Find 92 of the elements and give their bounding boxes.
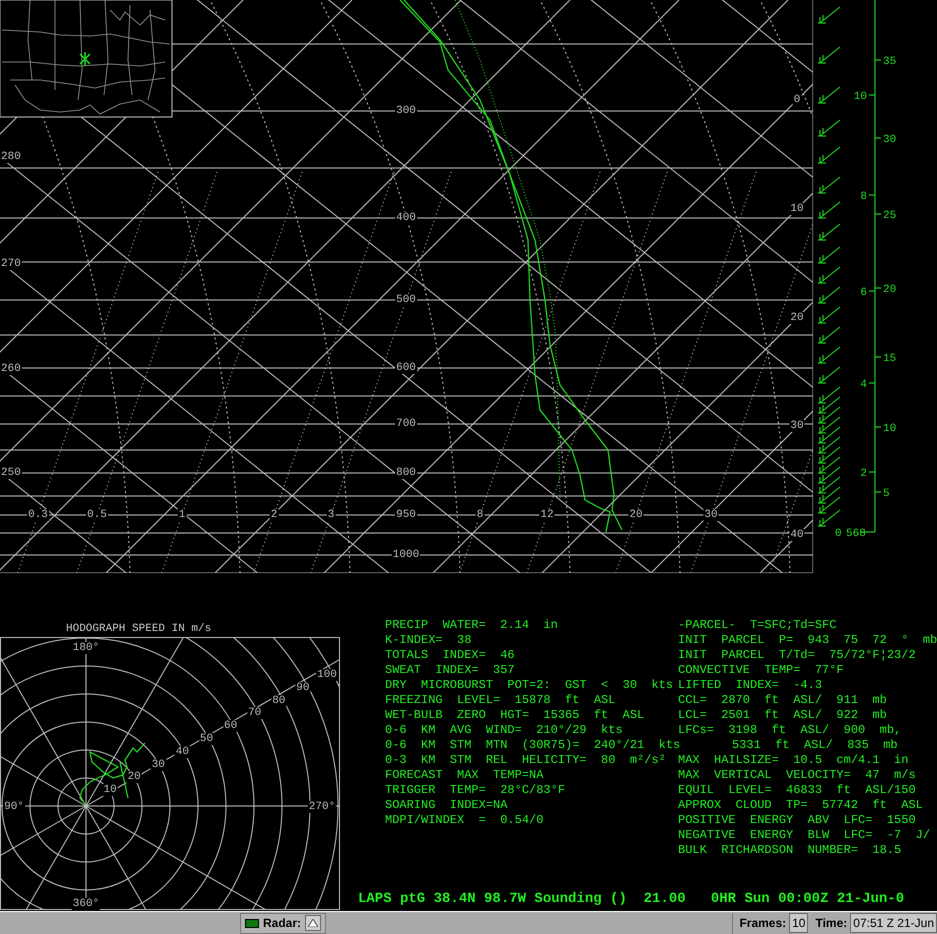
mixing-ratio-label: 0.3 [27,509,49,521]
index-line: FORECAST MAX TEMP=NA [385,768,544,783]
speed-label: 60 [223,720,238,732]
temperature-label: 20 [789,312,805,324]
index-line: DRY MICROBURST POT=2: GST < 30 kts [385,678,674,693]
kft-label: 15 [883,353,896,365]
temperature-label: 10 [789,203,805,215]
parcel-line: LIFTED INDEX= -4.3 [678,678,824,693]
speed-label: 80 [271,694,286,707]
kft-label: 35 [883,56,896,68]
parcel-line: INIT PARCEL P= 943 75 72 ° mb [678,633,937,648]
index-line: SWEAT INDEX= 357 [385,663,516,678]
theta-label: 250 [0,467,22,479]
kft-label: 5 [883,488,890,500]
speed-label: 100 [316,669,338,681]
speed-label: 10 [102,784,118,796]
kft-label: 10 [883,423,896,435]
direction-label: 180° [72,642,100,654]
surface-label: 0 [835,528,842,540]
km-label: 4 [860,379,867,391]
index-line: 0-6 KM STM MTN (30R75)= 240°/21 kts [385,738,678,753]
parcel-line: 5331 ft ASL/ 835 mb [731,738,899,753]
mixing-ratio-label: 0.5 [86,509,108,521]
parcel-line: MAX HAILSIZE= 10.5 cm/4.1 in [678,753,910,768]
km-label: 2 [860,468,867,480]
direction-label: 270° [308,801,336,813]
pressure-label: 400 [395,212,417,224]
index-line: MDPI/WINDEX = 0.54/0 [385,813,544,828]
parcel-line: CONVECTIVE TEMP= 77°F [678,663,845,678]
mixing-ratio-label: 1 [178,509,186,521]
mixing-ratio-label: 3 [326,509,336,521]
temperature-label: 40 [789,529,805,541]
radar-label: Radar: [263,915,302,932]
kft-label: 20 [883,284,896,296]
triangle-icon [308,919,318,927]
pressure-label: 500 [395,294,417,306]
parcel-line: POSITIVE ENERGY ABV LFC= 1550 [678,813,917,828]
index-line: TRIGGER TEMP= 28°C/83°F [385,783,566,798]
time-label: Time: [815,915,848,932]
speed-label: 30 [150,758,166,771]
parcel-line: APPROX CLOUD TP= 57742 ft ASL [678,798,924,813]
location-marker-icon [79,52,91,66]
radar-toggle-button[interactable] [305,915,322,931]
km-label: 10 [854,91,867,103]
radar-color-swatch-icon [245,918,259,928]
parcel-line: -PARCEL- T=SFC;Td=SFC [678,618,838,633]
parcel-line: INIT PARCEL T/Td= 75/72°F¦23/2 [678,648,917,663]
parcel-line: NEGATIVE ENERGY BLW LFC= -7 J/ [678,828,932,843]
time-field[interactable]: 07:51 Z 21-Jun [850,913,937,933]
index-line: PRECIP WATER= 2.14 in [385,618,559,633]
index-line: 0-6 KM AVG WIND= 210°/29 kts [385,723,624,738]
frames-label: Frames: [739,915,786,932]
parcel-line: LCL= 2501 ft ASL/ 922 mb [678,708,888,723]
mixing-ratio-label: 20 [628,509,644,521]
index-line: TOTALS INDEX= 46 [385,648,516,663]
sounding-title: LAPS ptG 38.4N 98.7W Sounding () 21.00 0HR Sun 00:00Z 21-Jun-0 [358,890,906,908]
speed-label: 90 [295,682,310,694]
index-line: 0-3 KM STM REL HELICITY= 80 m²/s² [385,753,667,768]
mixing-ratio-label: 12 [539,509,555,521]
storm-motion-trace [119,762,129,798]
km-label: 8 [860,191,867,203]
radar-control[interactable]: Radar: [240,912,326,934]
pressure-label: 600 [395,362,417,374]
speed-label: 70 [247,707,262,720]
mixing-ratio-label: 2 [270,509,278,521]
mixing-ratio-label: 8 [476,509,484,521]
hodograph-trace [79,742,146,806]
theta-label: 270 [0,258,22,270]
theta-label: 280 [0,151,22,163]
parcel-line: MAX VERTICAL VELOCITY= 47 m/s [678,768,917,783]
index-line: K-INDEX= 38 [385,633,472,648]
speed-label: 40 [174,746,190,758]
speed-label: 20 [126,771,142,784]
temperature-label: 30 [789,420,805,432]
temperature-label: 0 [792,94,802,106]
parcel-line: LFCs= 3198 ft ASL/ 900 mb, [678,723,902,738]
hodograph-title: HODOGRAPH SPEED IN m/s [65,622,212,637]
mixing-ratio-label: 30 [703,509,719,521]
index-line: FREEZING LEVEL= 15878 ft ASL [385,693,616,708]
pressure-label: 800 [395,467,417,479]
km-label: 6 [860,287,867,299]
speed-label: 50 [198,733,214,745]
parcel-line: EQUIL LEVEL= 46833 ft ASL/150 [678,783,917,798]
index-line: WET-BULB ZERO HGT= 15365 ft ASL [385,708,646,723]
parcel-line: BULK RICHARDSON NUMBER= 18.5 [678,843,902,858]
theta-label: 260 [0,363,22,375]
kft-label: 25 [883,210,896,222]
parcel-line: CCL= 2870 ft ASL/ 911 mb [678,693,888,708]
frames-field[interactable]: 10 [789,913,808,933]
index-line: SOARING INDEX=NA [385,798,508,813]
kft-label: 30 [883,134,896,146]
direction-label: 360° [72,898,100,910]
